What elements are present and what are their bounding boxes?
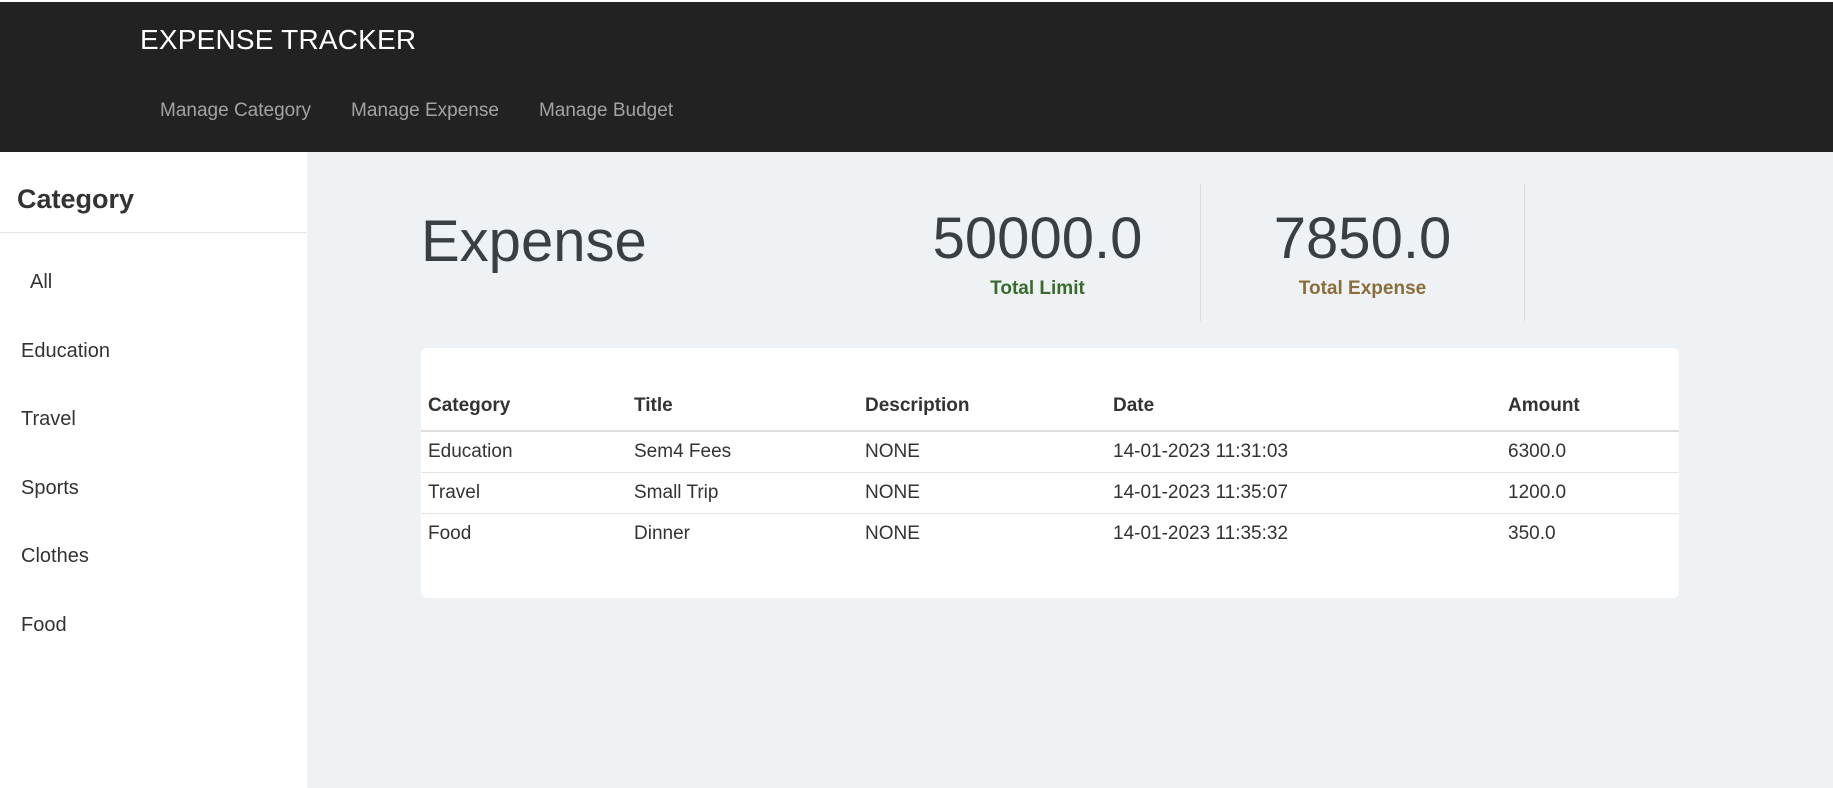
top-navbar: EXPENSE TRACKER Manage Category Manage E… (0, 2, 1833, 152)
cell-amount: 1200.0 (1501, 472, 1679, 514)
column-header-amount: Amount (1501, 382, 1679, 432)
column-header-category: Category (421, 382, 627, 432)
nav-manage-budget[interactable]: Manage Budget (519, 100, 693, 122)
cell-date: 14-01-2023 11:35:32 (1113, 523, 1289, 544)
category-list: All Education Travel Sports Clothes Food (0, 233, 307, 682)
cell-amount: 6300.0 (1501, 431, 1679, 473)
total-limit-stat: 50000.0 Total Limit (875, 184, 1200, 321)
table-row: Food Dinner NONE 14-01-2023 11:35:32 350… (421, 514, 1679, 555)
expense-table: Category Title Description Date Amount E… (421, 382, 1679, 554)
sidebar-item-education[interactable]: Education (0, 340, 307, 409)
sidebar-item-clothes[interactable]: Clothes (0, 545, 307, 614)
cell-title: Sem4 Fees (627, 431, 858, 473)
sidebar-item-sports[interactable]: Sports (0, 477, 307, 546)
nav-manage-expense[interactable]: Manage Expense (331, 100, 519, 122)
cell-category: Education (421, 431, 627, 473)
table-row: Education Sem4 Fees NONE 14-01-2023 11:3… (421, 431, 1679, 473)
sidebar-item-all[interactable]: All (0, 271, 307, 340)
cell-title: Dinner (634, 523, 690, 544)
cell-date: 14-01-2023 11:31:03 (1106, 431, 1501, 473)
table-row: Travel Small Trip NONE 14-01-2023 11:35:… (421, 472, 1679, 514)
column-header-title: Title (627, 382, 858, 432)
main-nav: Manage Category Manage Expense Manage Bu… (140, 100, 693, 122)
total-limit-value: 50000.0 (932, 206, 1143, 271)
cell-description: NONE (865, 523, 920, 544)
main-content: Expense 50000.0 Total Limit 7850.0 Total… (307, 152, 1833, 788)
table-header-row: Category Title Description Date Amount (421, 382, 1679, 432)
cell-description: NONE (858, 431, 1106, 473)
cell-date: 14-01-2023 11:35:07 (1106, 472, 1501, 514)
brand-title[interactable]: EXPENSE TRACKER (140, 24, 416, 56)
total-expense-value: 7850.0 (1273, 206, 1452, 271)
cell-category: Food (428, 523, 472, 544)
total-limit-label: Total Limit (990, 278, 1085, 299)
expense-table-panel: Category Title Description Date Amount E… (421, 348, 1679, 598)
cell-title: Small Trip (627, 472, 858, 514)
sidebar-item-food[interactable]: Food (0, 614, 307, 683)
category-sidebar: Category All Education Travel Sports Clo… (0, 152, 307, 788)
page-title: Expense (421, 209, 647, 274)
total-expense-stat: 7850.0 Total Expense (1200, 184, 1525, 321)
column-header-date: Date (1106, 382, 1501, 432)
cell-description: NONE (858, 472, 1106, 514)
cell-amount: 350.0 (1508, 523, 1556, 544)
nav-manage-category[interactable]: Manage Category (140, 100, 331, 122)
cell-category: Travel (421, 472, 627, 514)
sidebar-title: Category (0, 152, 307, 233)
column-header-description: Description (858, 382, 1106, 432)
sidebar-item-travel[interactable]: Travel (0, 408, 307, 477)
total-expense-label: Total Expense (1298, 278, 1427, 299)
